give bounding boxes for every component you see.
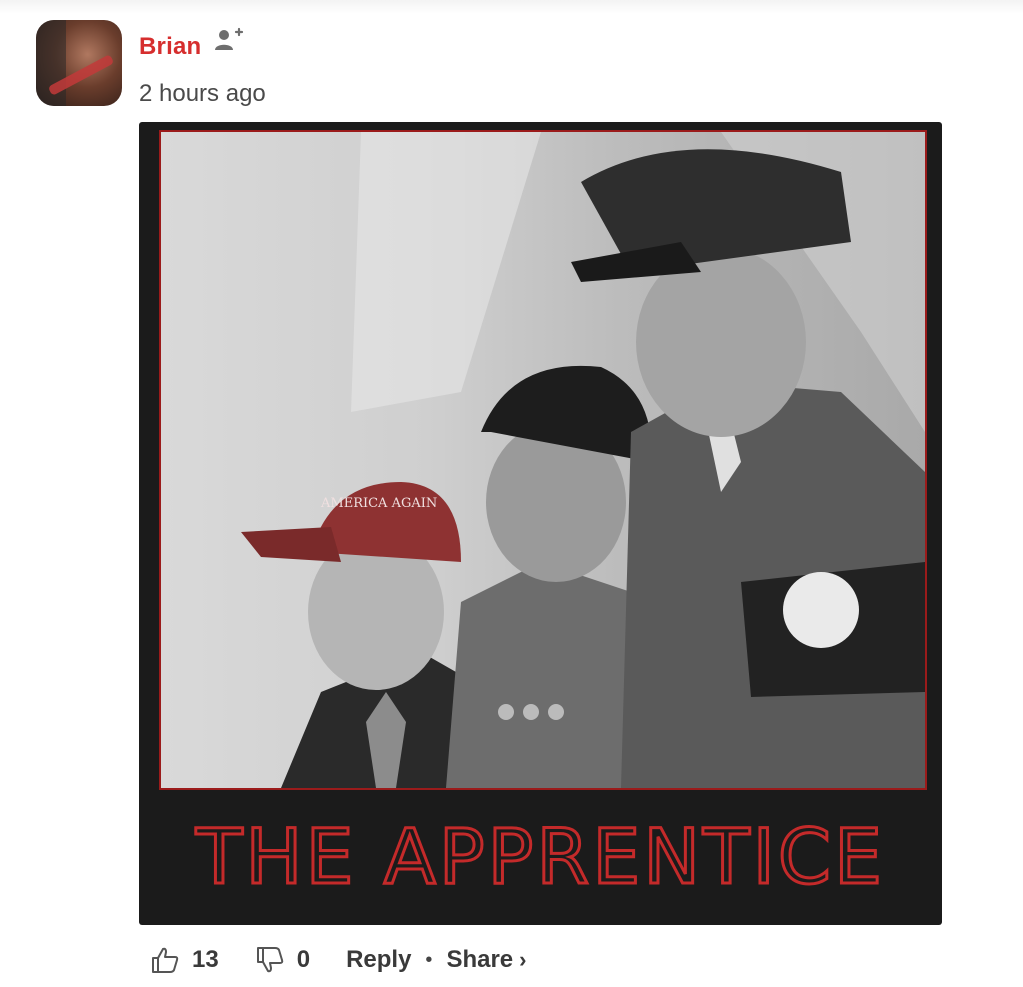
figure-right-head <box>636 247 806 437</box>
thumbs-down-icon[interactable] <box>255 945 285 975</box>
comment-actions: 13 0 Reply • Share › <box>150 940 526 980</box>
poster-photo: AMERICA AGAIN <box>241 132 925 788</box>
cap-text: AMERICA AGAIN <box>320 496 437 511</box>
chevron-right-icon: › <box>519 947 527 972</box>
image-caption: THE APPRENTICE <box>194 811 885 903</box>
separator-dot: • <box>425 948 433 971</box>
armband-emblem <box>783 572 859 648</box>
avatar[interactable] <box>36 20 122 106</box>
share-button[interactable]: Share › <box>446 946 526 974</box>
like-count: 13 <box>192 946 219 973</box>
medal <box>523 704 539 720</box>
figure-middle-uniform <box>446 562 651 788</box>
follow-user-icon[interactable] <box>212 26 244 54</box>
reply-button[interactable]: Reply <box>346 946 411 974</box>
dislike-count: 0 <box>296 946 311 973</box>
top-divider-shade <box>0 0 1023 14</box>
share-label: Share <box>446 946 514 973</box>
comment-image[interactable]: AMERICA AGAIN THE APPRENTICE <box>139 122 942 925</box>
comment-timestamp: 2 hours ago <box>139 80 266 107</box>
thumbs-up-icon[interactable] <box>150 945 180 975</box>
drape <box>351 132 541 412</box>
red-cap-brim <box>241 527 341 562</box>
photo-frame: AMERICA AGAIN <box>159 130 927 790</box>
medal <box>548 704 564 720</box>
medal <box>498 704 514 720</box>
author-name[interactable]: Brian <box>139 33 201 61</box>
